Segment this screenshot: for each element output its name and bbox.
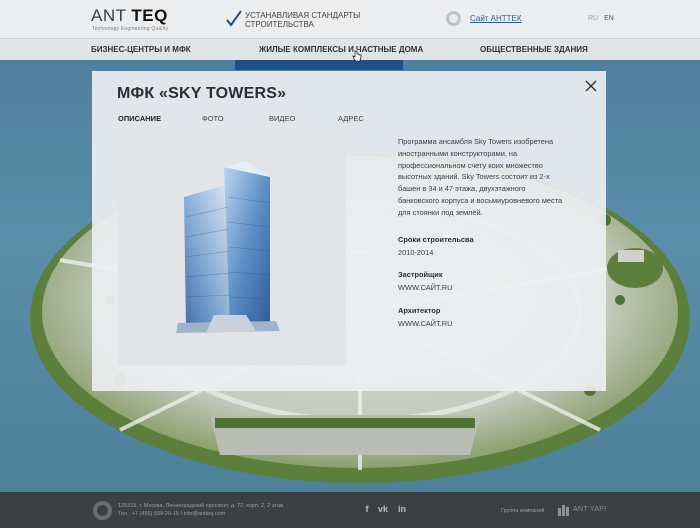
field-label: Архитектор xyxy=(398,306,441,315)
header: ANT TEQ Technology Engineering Quality у… xyxy=(0,0,700,38)
footer-email-link[interactable]: info@antteq.com xyxy=(184,511,226,517)
nav-item-public-buildings[interactable]: Общественные здания xyxy=(480,45,588,54)
tab-photo[interactable]: Фото xyxy=(202,114,224,123)
field-value: 2010-2014 xyxy=(398,248,434,257)
field-value[interactable]: WWW.САЙТ.RU xyxy=(398,319,578,329)
linkedin-icon[interactable]: in xyxy=(396,503,408,515)
nav-active-indicator xyxy=(235,60,403,70)
tab-address[interactable]: Адрес xyxy=(338,114,364,123)
logo-tagline: Technology Engineering Quality xyxy=(92,26,169,32)
logo-wordmark: ANT TEQ xyxy=(91,6,168,25)
footer-separator: / xyxy=(180,511,183,517)
close-icon[interactable] xyxy=(584,79,598,93)
hand-cursor-icon xyxy=(352,50,362,62)
skyscraper-render-icon xyxy=(176,161,280,333)
anteq-logo[interactable]: ANT TEQ Technology Engineering Quality xyxy=(91,7,171,33)
footer-contacts: 125315, г. Москва, Ленинградский проспек… xyxy=(118,502,284,518)
nav-item-business-centers[interactable]: Бизнес-центры и МФК xyxy=(91,45,191,54)
company-logo-icon xyxy=(446,11,461,26)
facebook-icon[interactable]: f xyxy=(361,503,373,515)
checkmark-icon xyxy=(226,10,242,27)
field-construction-period: Сроки строительсва 2010-2014 xyxy=(398,235,578,258)
lang-en[interactable]: EN xyxy=(604,15,614,22)
building-photo xyxy=(118,137,346,365)
footer: 125315, г. Москва, Ленинградский проспек… xyxy=(0,492,700,528)
field-architect: Архитектор WWW.САЙТ.RU xyxy=(398,306,578,329)
object-modal: МФК «SKY TOWERS» Описание Фото Видео Адр… xyxy=(92,71,606,391)
tab-video[interactable]: Видео xyxy=(269,114,295,123)
main-nav: Бизнес-центры и МФК Жилые комплексы и ча… xyxy=(0,38,700,60)
nav-item-residential[interactable]: Жилые комплексы и частные дома xyxy=(259,45,423,54)
field-label: Застройщик xyxy=(398,270,443,279)
footer-phone-email: Тел.: +7 (495) 589-20-15 / info@antteq.c… xyxy=(118,510,284,518)
company-site-link[interactable]: Сайт АНТТЕК xyxy=(470,14,522,23)
field-label: Сроки строительсва xyxy=(398,235,474,244)
lang-ru[interactable]: RU xyxy=(588,15,598,22)
field-value[interactable]: WWW.САЙТ.RU xyxy=(398,283,578,293)
language-switcher: RU EN xyxy=(588,15,618,22)
ant-yapi-text: ANT YAPI xyxy=(573,506,607,513)
footer-address: 125315, г. Москва, Ленинградский проспек… xyxy=(118,503,284,509)
vk-icon[interactable]: vk xyxy=(377,503,389,515)
object-description: Программа ансамбля Sky Towers изобретена… xyxy=(398,137,563,217)
field-developer: Застройщик WWW.САЙТ.RU xyxy=(398,270,578,293)
modal-title: МФК «SKY TOWERS» xyxy=(117,85,287,102)
group-label: Группа компаний xyxy=(501,508,545,514)
slogan-text: устанавливая стандарты строительства xyxy=(245,11,361,29)
footer-phone: Тел.: +7 (495) 589-20-15 xyxy=(118,511,179,517)
ant-yapi-icon xyxy=(558,505,569,516)
footer-logo-icon[interactable] xyxy=(93,501,112,520)
tab-description[interactable]: Описание xyxy=(118,114,161,123)
